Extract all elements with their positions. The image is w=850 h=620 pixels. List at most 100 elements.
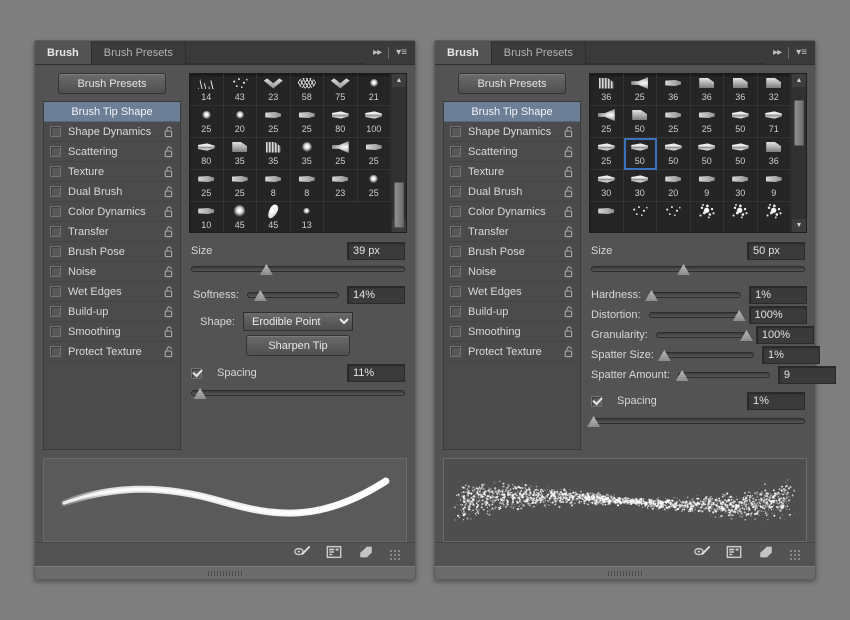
brush-tip-cell[interactable]: 35: [257, 138, 291, 170]
option-row-wet-edges[interactable]: Wet Edges: [44, 282, 180, 302]
lock-icon[interactable]: [164, 306, 174, 318]
brush-tip-cell[interactable]: 23: [257, 74, 291, 106]
brush-tip-cell[interactable]: 35: [223, 138, 257, 170]
size-slider[interactable]: [591, 262, 805, 276]
scroll-track[interactable]: [392, 87, 406, 229]
brush-tip-cell[interactable]: 36: [724, 74, 758, 106]
option-checkbox[interactable]: [450, 306, 461, 317]
option-row-protect-texture[interactable]: Protect Texture: [44, 342, 180, 362]
option-checkbox[interactable]: [450, 226, 461, 237]
brush-tip-cell[interactable]: 71: [757, 106, 791, 138]
option-checkbox[interactable]: [450, 326, 461, 337]
option-row-dual-brush[interactable]: Dual Brush: [444, 182, 580, 202]
spacing-value[interactable]: 1%: [747, 392, 805, 410]
brush-tip-grid[interactable]: 14 43 23 58 75 21 25 20 25 25 80 100 80 35 35 35 25 25 25 2…: [190, 74, 391, 232]
resize-grip-icon[interactable]: [389, 548, 401, 561]
lock-icon[interactable]: [564, 126, 574, 138]
option-row-smoothing[interactable]: Smoothing: [444, 322, 580, 342]
brush-tip-cell[interactable]: 30: [724, 170, 758, 202]
size-value[interactable]: 39 px: [347, 242, 405, 260]
spacing-slider[interactable]: [191, 386, 405, 400]
option-checkbox[interactable]: [50, 226, 61, 237]
option-checkbox[interactable]: [50, 306, 61, 317]
option-row-brush-pose[interactable]: Brush Pose: [444, 242, 580, 262]
panel-menu-icon[interactable]: ▾≡: [796, 47, 807, 58]
option-row-texture[interactable]: Texture: [44, 162, 180, 182]
brush-tip-cell[interactable]: 25: [590, 106, 624, 138]
lock-icon[interactable]: [164, 286, 174, 298]
collapse-to-icons-icon[interactable]: ▸▸: [373, 47, 382, 58]
brush-tip-cell[interactable]: [724, 202, 758, 232]
option-checkbox[interactable]: [50, 266, 61, 277]
brush-tip-cell[interactable]: 20: [657, 170, 691, 202]
option-row-protect-texture[interactable]: Protect Texture: [444, 342, 580, 362]
size-value[interactable]: 50 px: [747, 242, 805, 260]
panel-drag-strip[interactable]: [435, 566, 815, 579]
brush-grid-scrollbar[interactable]: ▲▼: [791, 74, 806, 232]
brush-tip-cell[interactable]: 25: [190, 106, 224, 138]
brush-tip-cell[interactable]: 32: [757, 74, 791, 106]
brush-tip-cell[interactable]: 36: [757, 138, 791, 170]
option-checkbox[interactable]: [50, 126, 61, 137]
lock-icon[interactable]: [164, 166, 174, 178]
panel-drag-strip[interactable]: [35, 566, 415, 579]
brush-tip-cell[interactable]: [590, 202, 624, 232]
brush-tip-cell[interactable]: 25: [257, 106, 291, 138]
lock-icon[interactable]: [164, 246, 174, 258]
option-checkbox[interactable]: [450, 286, 461, 297]
brush-tip-cell[interactable]: 50: [690, 138, 724, 170]
option-row-noise[interactable]: Noise: [44, 262, 180, 282]
option-checkbox[interactable]: [50, 326, 61, 337]
tab-brush[interactable]: Brush: [435, 41, 492, 64]
toggle-brush-panel-icon[interactable]: [725, 544, 743, 565]
control-slider[interactable]: [644, 288, 742, 302]
brush-tip-cell[interactable]: 43: [223, 74, 257, 106]
scroll-thumb[interactable]: [394, 182, 404, 229]
lock-icon[interactable]: [564, 286, 574, 298]
scroll-track[interactable]: [792, 87, 806, 219]
brush-tip-cell[interactable]: 25: [190, 170, 224, 202]
brush-tip-cell[interactable]: 80: [324, 106, 358, 138]
brush-tip-cell[interactable]: 35: [290, 138, 324, 170]
option-checkbox[interactable]: [450, 206, 461, 217]
brush-tip-cell[interactable]: 36: [690, 74, 724, 106]
new-brush-preset-icon[interactable]: [357, 544, 375, 565]
option-checkbox[interactable]: [450, 126, 461, 137]
brush-tip-cell[interactable]: 13: [291, 202, 324, 232]
brush-tip-cell[interactable]: 50: [623, 106, 657, 138]
brush-tip-cell[interactable]: 58: [290, 74, 324, 106]
brush-tip-cell[interactable]: 45: [257, 202, 291, 232]
brush-tip-cell[interactable]: 25: [690, 106, 724, 138]
tab-brush-presets[interactable]: Brush Presets: [491, 41, 586, 64]
control-value[interactable]: 1%: [749, 286, 808, 304]
brush-tip-cell[interactable]: 100: [357, 106, 391, 138]
brush-tip-cell[interactable]: 25: [290, 106, 324, 138]
tab-brush-presets[interactable]: Brush Presets: [91, 41, 186, 64]
option-row-wet-edges[interactable]: Wet Edges: [444, 282, 580, 302]
option-row-shape-dynamics[interactable]: Shape Dynamics: [44, 122, 180, 142]
brush-tool-icon[interactable]: [693, 544, 711, 565]
brush-tip-cell[interactable]: 36: [657, 74, 691, 106]
brush-tip-cell[interactable]: 25: [657, 106, 691, 138]
control-value[interactable]: 14%: [347, 286, 405, 304]
option-row-build-up[interactable]: Build-up: [44, 302, 180, 322]
control-value[interactable]: 100%: [748, 306, 807, 324]
lock-icon[interactable]: [164, 126, 174, 138]
option-row-dual-brush[interactable]: Dual Brush: [44, 182, 180, 202]
option-row-scattering[interactable]: Scattering: [44, 142, 180, 162]
option-checkbox[interactable]: [50, 186, 61, 197]
option-checkbox[interactable]: [450, 266, 461, 277]
lock-icon[interactable]: [564, 246, 574, 258]
brush-options-list[interactable]: Brush Tip Shape Shape Dynamics Scattering T…: [443, 101, 581, 450]
brush-tip-cell[interactable]: 23: [324, 170, 358, 202]
brush-tip-cell[interactable]: 45: [224, 202, 257, 232]
brush-tip-cell[interactable]: 50: [623, 138, 657, 170]
spacing-value[interactable]: 11%: [347, 364, 405, 382]
spacing-checkbox[interactable]: [591, 395, 602, 407]
lock-icon[interactable]: [564, 326, 574, 338]
spacing-checkbox[interactable]: [191, 367, 202, 379]
lock-icon[interactable]: [564, 306, 574, 318]
lock-icon[interactable]: [164, 346, 174, 358]
brush-tip-cell[interactable]: 14: [190, 74, 224, 106]
lock-icon[interactable]: [164, 326, 174, 338]
